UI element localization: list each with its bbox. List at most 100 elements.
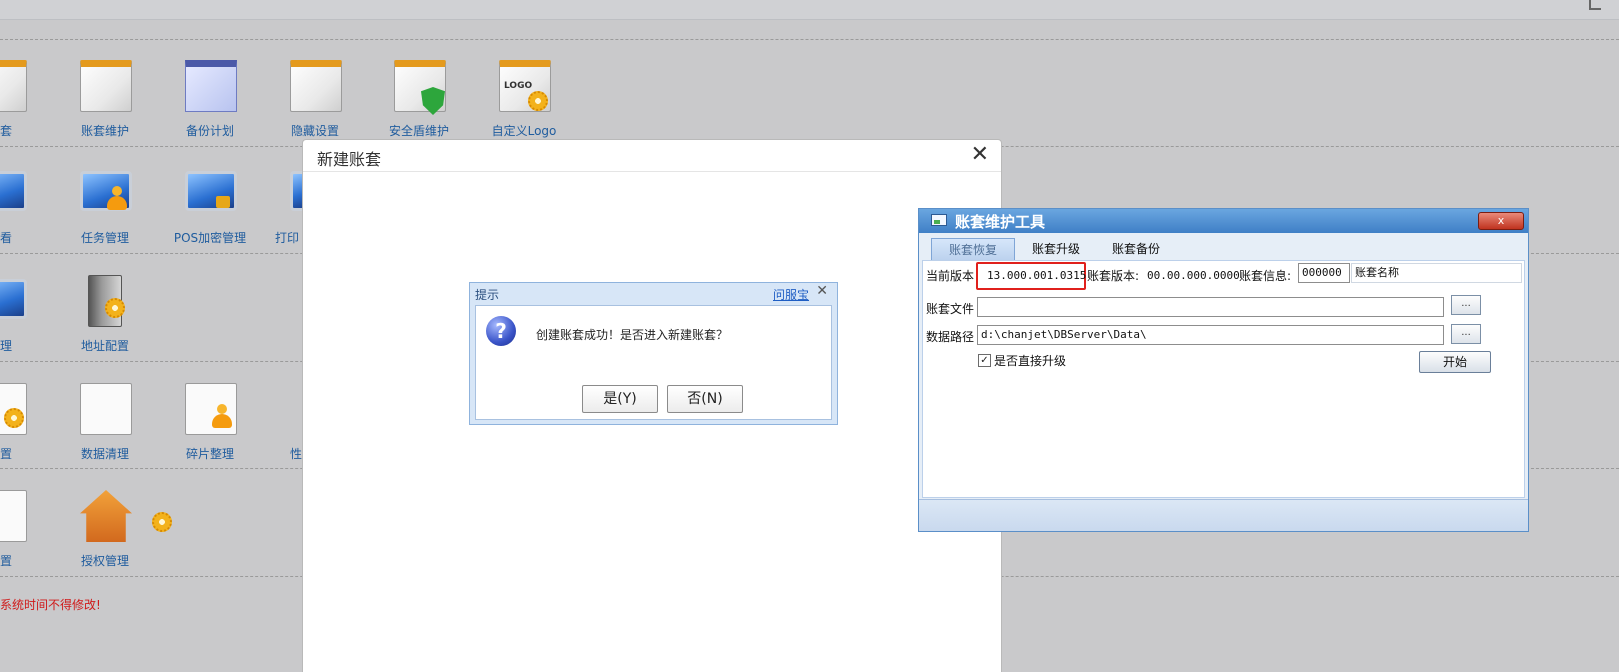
monitor-user-icon (80, 171, 132, 211)
tile-label: 数据清理 (80, 447, 129, 461)
book-shield-icon (394, 60, 446, 115)
user-icon (107, 186, 127, 210)
prompt-title: 提示 (475, 288, 500, 302)
tool-footer (919, 499, 1528, 531)
gear-icon (152, 512, 172, 532)
direct-upgrade-label: 是否直接升级 (994, 354, 1067, 368)
book-icon (290, 60, 342, 112)
tile-account-maintenance[interactable]: 账套维护 (50, 60, 160, 155)
calendar-icon (185, 60, 237, 112)
monitor-icon (0, 171, 27, 211)
tile-label: 打印 (275, 231, 300, 245)
start-button[interactable]: 开始 (1419, 351, 1491, 373)
tile-label: 管理 (0, 339, 12, 353)
house-gear-icon (80, 490, 132, 542)
tile-label: 账套 (0, 124, 12, 138)
tile-config[interactable]: 配置 (0, 383, 55, 478)
set-name-field[interactable]: 账套名称 (1351, 263, 1522, 283)
question-icon: ? (486, 316, 516, 346)
tile-management[interactable]: 管理 (0, 275, 55, 370)
doc-gear-icon (0, 383, 27, 435)
tile-address-config[interactable]: 地址配置 (50, 275, 160, 370)
tile-performance[interactable]: 性 (250, 383, 310, 478)
tile-backup-plan[interactable]: 备份计划 (155, 60, 265, 155)
tile-defragment[interactable]: 碎片整理 (155, 383, 265, 478)
no-button[interactable]: 否(N) (667, 385, 743, 413)
current-version-value: 13.000.001.0315 (987, 269, 1087, 282)
browse-file-button[interactable]: ... (1451, 295, 1481, 315)
set-version-label: 账套版本: (1087, 269, 1140, 283)
close-button[interactable]: x (1478, 212, 1524, 230)
tile-view[interactable]: 查看 (0, 167, 55, 262)
prompt-message: 创建账套成功！是否进入新建账套？ (536, 328, 729, 342)
current-version-label: 当前版本 (926, 269, 975, 283)
tab-backup[interactable]: 账套备份 (1101, 238, 1171, 260)
path-label: 数据路径 (926, 330, 975, 344)
tile-label: 授权管理 (80, 554, 129, 568)
monitor-lock-icon (185, 171, 237, 211)
prompt-header: 提示 问服宝 ✕ (470, 283, 837, 303)
tile-task-management[interactable]: 任务管理 (50, 167, 160, 262)
yes-button[interactable]: 是(Y) (582, 385, 658, 413)
file-label: 账套文件 (926, 302, 975, 316)
doc-gear-icon (0, 490, 27, 542)
shield-icon (421, 87, 445, 115)
tab-restore[interactable]: 账套恢复 (931, 238, 1015, 260)
user-icon (212, 404, 232, 428)
monitor-icon (0, 279, 27, 319)
tile-label: 地址配置 (80, 339, 129, 353)
tab-upgrade[interactable]: 账套升级 (1021, 238, 1091, 260)
document-icon (80, 383, 132, 435)
tool-body: 当前版本 13.000.001.0315 账套版本: 00.00.000.000… (922, 260, 1525, 498)
tile-data-cleanup[interactable]: 数据清理 (50, 383, 160, 478)
gear-icon (105, 298, 125, 318)
lock-icon (216, 196, 230, 208)
set-info-code[interactable]: 000000 (1298, 263, 1350, 283)
logo-text: LOGO (504, 81, 533, 91)
tile-license-management[interactable]: 授权管理 (50, 490, 172, 585)
puzzle-user-icon (185, 383, 237, 435)
window-icon (931, 214, 947, 226)
tile-settings[interactable]: 设置 (0, 490, 55, 585)
warning-text: 系统时间不得修改! (0, 598, 101, 612)
tile-label: 备份计划 (185, 124, 234, 138)
gear-icon (4, 408, 24, 428)
tool-title: 账套维护工具 (955, 213, 1046, 231)
set-version-value: 00.00.000.0000 (1147, 269, 1240, 282)
divider (0, 39, 1619, 40)
close-icon[interactable]: ✕ (816, 283, 828, 299)
gear-icon (528, 91, 548, 111)
direct-upgrade-checkbox[interactable]: ✓ (978, 354, 991, 367)
maximize-icon[interactable] (1589, 0, 1601, 10)
account-file-input[interactable] (977, 297, 1444, 317)
tile-label: 任务管理 (80, 231, 129, 245)
prompt-dialog: 提示 问服宝 ✕ ? 创建账套成功！是否进入新建账套？ 是(Y) 否(N) (469, 282, 838, 425)
tile-label: 查看 (0, 231, 12, 245)
tile-print[interactable]: 打印 (250, 167, 310, 262)
tile-label: 安全盾维护 (388, 124, 449, 138)
modal-title: 新建账套 (317, 150, 382, 169)
help-link[interactable]: 问服宝 (773, 286, 809, 303)
book-wrench-icon (80, 60, 132, 112)
modal-header: 新建账套 ✕ (303, 140, 1001, 172)
book-icon (0, 60, 27, 112)
tile-label: 设置 (0, 554, 12, 568)
tile-label: 账套维护 (80, 124, 129, 138)
tile-account-set[interactable]: 账套 (0, 60, 55, 155)
data-path-input[interactable]: d:\chanjet\DBServer\Data\ (977, 325, 1444, 345)
logo-gear-icon: LOGO (499, 60, 551, 112)
maintenance-tool-window: 账套维护工具 x 账套恢复 账套升级 账套备份 当前版本 13.000.001.… (918, 208, 1529, 532)
prompt-body: ? 创建账套成功！是否进入新建账套？ 是(Y) 否(N) (475, 305, 832, 420)
tile-label: 碎片整理 (185, 447, 234, 461)
top-bar (0, 0, 1619, 20)
tool-titlebar: 账套维护工具 x (919, 209, 1528, 233)
browse-path-button[interactable]: ... (1451, 324, 1481, 344)
set-info-label: 账套信息: (1239, 269, 1292, 283)
tile-label: 配置 (0, 447, 12, 461)
tile-label: 隐藏设置 (290, 124, 339, 138)
tile-pos-encryption[interactable]: POS加密管理 (155, 167, 265, 262)
tile-label: 自定义Logo (491, 124, 557, 138)
close-icon[interactable]: ✕ (971, 142, 989, 167)
tile-label: POS加密管理 (173, 231, 247, 245)
server-gear-icon (88, 275, 125, 327)
